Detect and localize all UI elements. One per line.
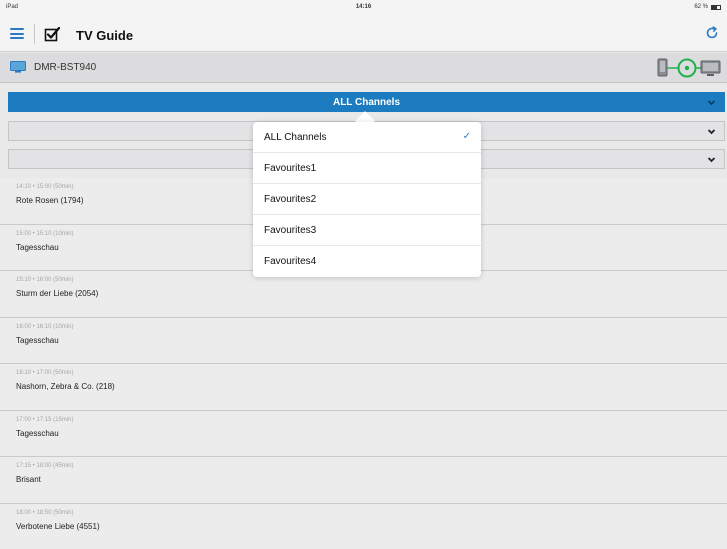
programme-time: 16:00 • 16:10 (10min) bbox=[16, 323, 74, 330]
list-item[interactable]: 18:00 • 18:50 (50min) Verbotene Liebe (4… bbox=[0, 503, 727, 549]
programme-time: 15:00 • 15:10 (10min) bbox=[16, 230, 74, 237]
programme-title: Brisant bbox=[16, 475, 41, 484]
tv-icon bbox=[10, 61, 26, 73]
hamburger-menu-icon[interactable] bbox=[10, 28, 24, 39]
list-item[interactable]: 15:10 • 16:00 (50min) Sturm der Liebe (2… bbox=[0, 271, 727, 318]
programme-title: Sturm der Liebe (2054) bbox=[16, 289, 99, 298]
popover-item-favourites4[interactable]: Favourites4 bbox=[253, 246, 481, 277]
programme-title: Tagesschau bbox=[16, 242, 59, 252]
status-bar: iPad 14:16 62 % bbox=[0, 0, 727, 16]
list-item[interactable]: 16:10 • 17:00 (50min) Nashorn, Zebra & C… bbox=[0, 364, 727, 411]
popover-item-label: Favourites2 bbox=[264, 194, 317, 205]
list-item[interactable]: 17:15 • 18:00 (45min) Brisant bbox=[0, 457, 727, 504]
chevron-down-icon bbox=[707, 100, 716, 106]
programme-time: 17:15 • 18:00 (45min) bbox=[16, 463, 74, 469]
channel-group-popover: ALL Channels ✓ Favourites1 Favourites2 F… bbox=[253, 122, 481, 277]
list-item[interactable]: 17:00 • 17:15 (15min) Tagesschau bbox=[0, 410, 727, 457]
programme-time: 16:10 • 17:00 (50min) bbox=[16, 370, 74, 376]
checkmark-icon: ✓ bbox=[462, 131, 471, 142]
popover-item-favourites2[interactable]: Favourites2 bbox=[253, 184, 481, 215]
programme-title: Nashorn, Zebra & Co. (218) bbox=[16, 382, 115, 391]
refresh-icon[interactable] bbox=[705, 26, 719, 40]
popover-item-label: ALL Channels bbox=[264, 132, 327, 143]
programme-title: Tagesschau bbox=[16, 335, 59, 345]
nav-divider bbox=[34, 24, 35, 44]
checkbox-icon bbox=[44, 26, 60, 42]
programme-time: 15:10 • 16:00 (50min) bbox=[16, 277, 74, 283]
battery-percent: 62 % bbox=[694, 4, 708, 10]
programme-time: 18:00 • 18:50 (50min) bbox=[16, 509, 74, 516]
programme-title: Rote Rosen (1794) bbox=[16, 196, 84, 205]
popover-item-favourites3[interactable]: Favourites3 bbox=[253, 215, 481, 246]
channel-group-dropdown[interactable]: ALL Channels bbox=[8, 92, 725, 112]
popover-item-label: Favourites3 bbox=[264, 225, 317, 236]
programme-title: Verbotene Liebe (4551) bbox=[16, 521, 100, 531]
popover-item-label: Favourites1 bbox=[264, 163, 317, 174]
remote-connect-icon[interactable] bbox=[657, 57, 721, 79]
device-name: DMR-BST940 bbox=[34, 62, 97, 73]
popover-item-favourites1[interactable]: Favourites1 bbox=[253, 153, 481, 184]
battery-indicator: 62 % bbox=[694, 4, 721, 10]
battery-icon bbox=[711, 4, 721, 10]
chevron-down-icon bbox=[707, 129, 716, 135]
programme-time: 14:10 • 15:00 (50min) bbox=[16, 184, 74, 190]
programme-title: Tagesschau bbox=[16, 428, 59, 438]
device-bar: DMR-BST940 bbox=[0, 53, 727, 83]
page-title: TV Guide bbox=[76, 28, 134, 43]
status-time: 14:16 bbox=[355, 4, 372, 10]
popover-item-label: Favourites4 bbox=[264, 256, 317, 267]
channel-group-label: ALL Channels bbox=[332, 97, 401, 108]
popover-item-all-channels[interactable]: ALL Channels ✓ bbox=[253, 122, 481, 153]
programme-time: 17:00 • 17:15 (15min) bbox=[16, 416, 74, 423]
list-item[interactable]: 16:00 • 16:10 (10min) Tagesschau bbox=[0, 317, 727, 364]
chevron-down-icon bbox=[707, 157, 716, 163]
nav-bar: TV Guide bbox=[0, 16, 727, 52]
